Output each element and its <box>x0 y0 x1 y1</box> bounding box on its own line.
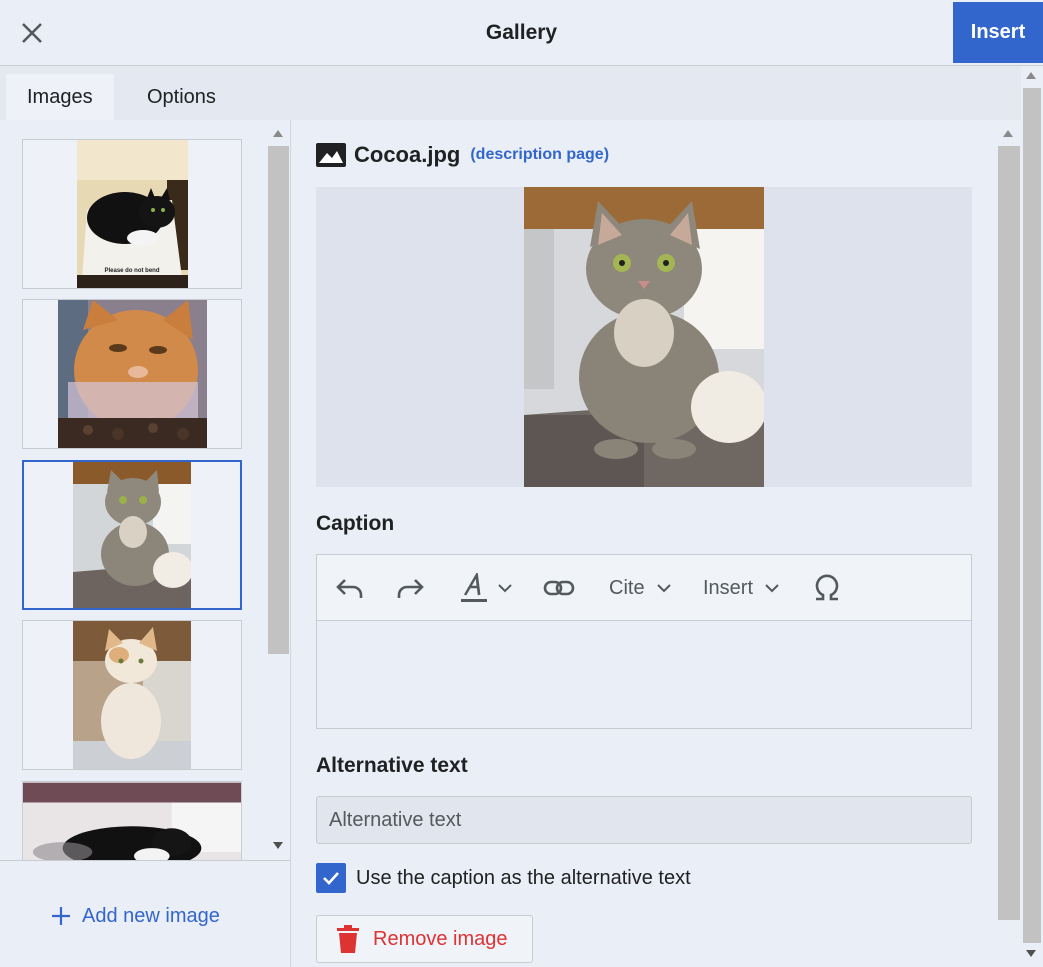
image-list-panel: Please do not bend Add new image <box>0 120 291 967</box>
plus-icon <box>52 907 70 925</box>
chevron-down-icon <box>498 584 512 593</box>
caption-toolbar: Cite Insert <box>317 555 971 621</box>
image-preview <box>316 187 972 487</box>
insert-menu-label: Insert <box>703 576 754 599</box>
caption-text-area[interactable] <box>317 621 971 728</box>
selected-image-preview <box>524 187 764 487</box>
text-style-button[interactable] <box>460 572 516 604</box>
cat-thumbnail-image <box>23 782 241 860</box>
link-button[interactable] <box>543 572 575 604</box>
undo-icon <box>336 579 363 598</box>
redo-icon <box>397 579 424 598</box>
tab-bar: Images Options <box>0 66 1021 120</box>
caption-heading: Caption <box>316 512 395 535</box>
scroll-up-arrow-icon[interactable] <box>1003 130 1013 137</box>
dialog-title: Gallery <box>485 21 558 44</box>
insert-button[interactable]: Insert <box>953 2 1043 63</box>
undo-button[interactable] <box>335 572 365 604</box>
scroll-down-arrow-icon[interactable] <box>273 842 283 849</box>
scrollbar-thumb[interactable] <box>998 146 1020 920</box>
thumbnail-caption-text: Please do not bend <box>104 268 159 274</box>
special-characters-button[interactable] <box>813 572 841 604</box>
text-style-icon <box>461 573 487 602</box>
insert-menu-button[interactable]: Insert <box>703 572 783 604</box>
add-image-area: Add new image <box>0 860 290 967</box>
cat-thumbnail-image <box>73 462 191 608</box>
scroll-up-arrow-icon[interactable] <box>1026 72 1036 79</box>
file-title: Cocoa.jpg (description page) <box>316 142 609 168</box>
tab-options[interactable]: Options <box>126 74 237 120</box>
omega-icon <box>815 574 839 601</box>
redo-button[interactable] <box>395 572 425 604</box>
use-caption-checkbox[interactable] <box>316 863 346 893</box>
thumbnail-list: Please do not bend <box>0 120 266 860</box>
thumbnail-scrollbar[interactable] <box>268 120 290 860</box>
cite-label: Cite <box>609 576 645 599</box>
remove-image-label: Remove image <box>373 927 508 950</box>
thumbnail-item[interactable] <box>22 620 242 770</box>
dialog-header: Gallery Insert <box>0 0 1043 66</box>
alt-text-input[interactable] <box>316 796 972 844</box>
add-new-image-label: Add new image <box>82 904 220 927</box>
image-icon <box>316 143 346 167</box>
description-page-link[interactable]: (description page) <box>470 146 609 164</box>
file-name: Cocoa.jpg <box>354 142 461 167</box>
thumbnail-item[interactable] <box>22 781 242 860</box>
scrollbar-thumb[interactable] <box>1023 88 1041 943</box>
caption-editor: Cite Insert <box>316 554 972 729</box>
use-caption-label: Use the caption as the alternative text <box>356 866 691 889</box>
add-new-image-button[interactable]: Add new image <box>50 901 220 931</box>
remove-image-button[interactable]: Remove image <box>316 915 533 963</box>
thumbnail-item[interactable] <box>22 299 242 449</box>
use-caption-option: Use the caption as the alternative text <box>316 863 691 893</box>
thumbnail-item-selected[interactable] <box>22 460 242 610</box>
alt-text-heading: Alternative text <box>316 754 468 777</box>
cat-thumbnail-image <box>73 621 191 769</box>
trash-icon <box>337 925 359 953</box>
cat-thumbnail-image <box>57 300 207 448</box>
scroll-down-arrow-icon[interactable] <box>1026 950 1036 957</box>
details-scrollbar[interactable] <box>997 120 1021 967</box>
image-details-panel: Cocoa.jpg (description page) Caption Cit… <box>292 120 1021 967</box>
checkmark-icon <box>323 872 339 885</box>
cat-thumbnail-image: Please do not bend <box>76 140 188 288</box>
chevron-down-icon <box>765 584 779 593</box>
chevron-down-icon <box>656 584 671 593</box>
cite-menu-button[interactable]: Cite <box>609 572 675 604</box>
scroll-up-arrow-icon[interactable] <box>273 130 283 137</box>
thumbnail-item[interactable]: Please do not bend <box>22 139 242 289</box>
scrollbar-thumb[interactable] <box>268 146 289 654</box>
dialog-scrollbar[interactable] <box>1021 66 1043 967</box>
tab-images[interactable]: Images <box>6 74 114 120</box>
link-icon <box>543 580 575 596</box>
